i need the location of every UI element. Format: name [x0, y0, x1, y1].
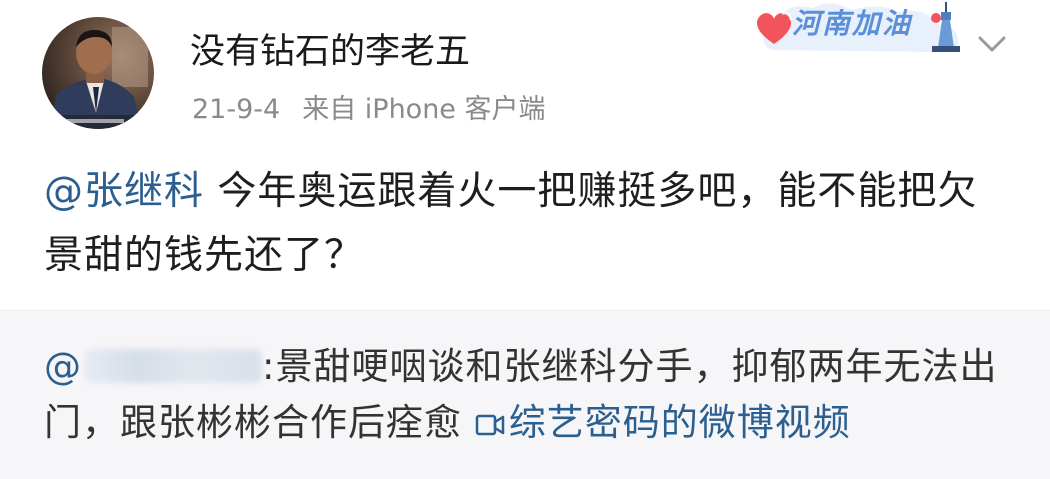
repost-at-symbol[interactable]: @: [44, 345, 82, 388]
video-icon: [475, 414, 505, 436]
badge-text: 河南加油: [792, 7, 913, 40]
tower-icon: [931, 2, 960, 52]
repost-content: @:景甜哽咽谈和张继科分手，抑郁两年无法出门，跟张彬彬合作后痊愈 综艺密码的微博…: [44, 339, 1024, 451]
post-source: 来自 iPhone 客户端: [302, 94, 546, 125]
avatar[interactable]: [42, 17, 154, 129]
post-date: 21-9-4: [192, 94, 281, 125]
avatar-photo-icon: [42, 17, 154, 129]
post-meta: 21-9-4 来自 iPhone 客户端: [192, 92, 546, 128]
blurred-username: [84, 349, 262, 383]
heart-icon: [756, 12, 792, 44]
post-menu-button[interactable]: [972, 28, 1012, 58]
repost-block[interactable]: @:景甜哽咽谈和张继科分手，抑郁两年无法出门，跟张彬彬合作后痊愈 综艺密码的微博…: [0, 310, 1050, 479]
username[interactable]: 没有钻石的李老五: [190, 30, 470, 74]
weibo-post: 没有钻石的李老五 21-9-4 来自 iPhone 客户端 河南加油 @张继科 今…: [0, 0, 1050, 310]
video-link-label: 综艺密码的微博视频: [508, 401, 851, 444]
post-content: @张继科 今年奥运跟着火一把赚挺多吧，能不能把欠景甜的钱先还了？: [44, 160, 1004, 288]
video-link[interactable]: 综艺密码的微博视频: [475, 401, 851, 444]
mention-link[interactable]: @张继科: [44, 169, 204, 214]
chevron-down-icon: [978, 36, 1006, 52]
henan-badge: 河南加油: [748, 0, 974, 56]
